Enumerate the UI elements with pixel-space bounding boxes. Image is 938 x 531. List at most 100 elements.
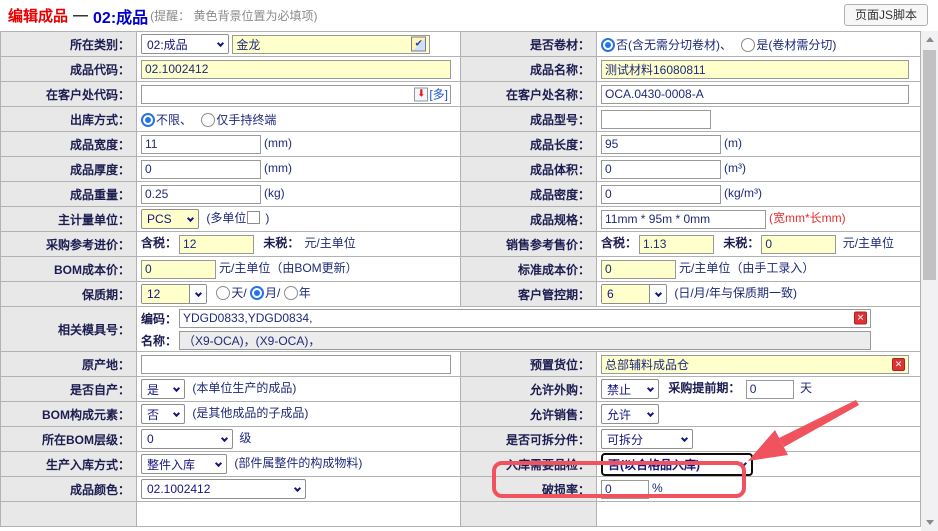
bom-cost-unit: 元/主单位（由BOM更新）	[219, 261, 358, 275]
inbound-qc-select[interactable]: 否(以合格品入库)	[601, 453, 753, 476]
product-name-input[interactable]	[601, 60, 909, 79]
length-input[interactable]	[601, 135, 721, 154]
outbound-handheld-radio[interactable]	[201, 113, 215, 127]
allow-sale-label: 允许销售：	[461, 402, 597, 427]
row-color-damage: 成品颜色： 02.1002412 破损率： %	[1, 477, 921, 502]
outbound-unlimited-label: 不限、	[156, 113, 192, 127]
customer-name-input[interactable]	[601, 85, 909, 104]
category-field: 02:成品 ✔	[137, 32, 461, 57]
sale-tax-input[interactable]	[639, 235, 714, 254]
shelf-month-radio[interactable]	[250, 286, 264, 300]
main-unit-select-value: PCS	[147, 212, 172, 226]
multi-unit-prefix: (多单位	[206, 211, 246, 225]
color-select[interactable]: 02.1002412	[141, 479, 306, 499]
bom-cost-input[interactable]	[141, 260, 216, 279]
length-unit: (m)	[724, 136, 742, 150]
clear-icon[interactable]: ✕	[854, 312, 867, 325]
roll-yes-radio[interactable]	[741, 38, 755, 52]
multi-unit-checkbox[interactable]	[247, 211, 260, 224]
clipped-label	[461, 502, 597, 527]
product-code-input[interactable]	[141, 60, 451, 79]
bom-element-select[interactable]: 否	[141, 404, 185, 424]
page-title: 编辑成品	[8, 5, 68, 26]
allow-sale-select[interactable]: 允许	[601, 404, 659, 424]
purchase-tax-input[interactable]	[179, 235, 254, 254]
width-field: (mm)	[137, 132, 461, 157]
shelf-life-select[interactable]: 12	[141, 284, 207, 304]
scroll-up-arrow-icon[interactable]	[921, 31, 938, 48]
roll-no-radio[interactable]	[601, 38, 615, 52]
import-icon[interactable]: ⬇	[414, 87, 428, 101]
sale-tax-label: 含税：	[601, 236, 637, 250]
density-label: 成品密度：	[461, 182, 597, 207]
multi-code-link[interactable]: [多]	[429, 86, 448, 103]
model-input[interactable]	[601, 110, 711, 129]
volume-unit: (m³)	[724, 161, 746, 175]
splittable-select-value: 可拆分	[607, 431, 643, 448]
cust-control-field: 6 (日/月/年与保质期一致)	[597, 282, 921, 307]
row-bom-std-cost: BOM成本价： 元/主单位（由BOM更新） 标准成本价： 元/主单位（由手工录入…	[1, 257, 921, 282]
product-form-table: 所在类别： 02:成品 ✔ 是否卷材： 否(含无需分切卷材)、 是(卷材需分切)…	[0, 31, 921, 527]
self-produced-select[interactable]: 是	[141, 379, 185, 399]
sale-untaxed-input[interactable]	[761, 235, 836, 254]
weight-input[interactable]	[141, 185, 261, 204]
preset-location-input[interactable]: 总部辅料成品仓✕	[601, 355, 909, 374]
cust-control-select[interactable]: 6	[601, 284, 667, 304]
purchase-price-label: 采购参考进价：	[1, 232, 137, 257]
chevron-down-icon	[649, 285, 666, 303]
category-detail-input[interactable]	[232, 35, 430, 54]
outbound-unlimited-radio[interactable]	[141, 113, 155, 127]
spec-input[interactable]	[601, 210, 766, 229]
shelf-year-radio[interactable]	[284, 286, 298, 300]
chevron-down-icon	[173, 409, 180, 416]
select-helper-icon[interactable]: ✔	[411, 37, 426, 52]
volume-input[interactable]	[601, 160, 721, 179]
scrollbar-thumb[interactable]	[923, 50, 936, 280]
chevron-down-icon	[187, 214, 194, 221]
chevron-down-icon	[681, 434, 688, 441]
bom-level-label: 所在BOM层级：	[1, 427, 137, 452]
customer-code-input[interactable]	[141, 85, 451, 104]
density-input[interactable]	[601, 185, 721, 204]
purchase-lead-input[interactable]	[746, 380, 794, 399]
model-label: 成品型号：	[461, 107, 597, 132]
allow-outsource-select[interactable]: 禁止	[601, 379, 659, 399]
sale-price-label: 销售参考售价：	[461, 232, 597, 257]
main-unit-field: PCS (多单位)	[137, 207, 461, 232]
volume-field: (m³)	[597, 157, 921, 182]
damage-rate-input[interactable]	[601, 480, 649, 499]
chevron-down-icon	[217, 39, 224, 46]
production-inbound-select-value: 整件入库	[147, 456, 195, 473]
std-cost-input[interactable]	[601, 260, 676, 279]
vertical-scrollbar[interactable]	[921, 31, 938, 531]
mould-code-input[interactable]	[179, 309, 871, 328]
purchase-untaxed-label: 未税：	[263, 236, 299, 250]
shelf-day-radio[interactable]	[216, 286, 230, 300]
width-input[interactable]	[141, 135, 261, 154]
splittable-select[interactable]: 可拆分	[601, 429, 693, 449]
page-js-script-button[interactable]: 页面JS脚本	[844, 4, 928, 26]
row-bomelement-allowsale: BOM构成元素： 否 (是其他成品的子成品) 允许销售： 允许	[1, 402, 921, 427]
production-inbound-select[interactable]: 整件入库	[141, 454, 227, 474]
main-unit-select[interactable]: PCS	[141, 209, 199, 229]
thickness-input[interactable]	[141, 160, 261, 179]
allow-outsource-label: 允许外购：	[461, 377, 597, 402]
splittable-field: 可拆分	[597, 427, 921, 452]
shelf-day-label: 天/	[231, 286, 246, 300]
scroll-down-arrow-icon[interactable]	[921, 514, 938, 531]
bom-level-select[interactable]: 0	[141, 429, 233, 449]
cust-control-select-value: 6	[602, 285, 649, 303]
row-shelf-control: 保质期： 12 天/ 月/ 年 客户管控期： 6 (日/月/年与保质期一致)	[1, 282, 921, 307]
category-select[interactable]: 02:成品	[141, 34, 229, 54]
product-name-label: 成品名称：	[461, 57, 597, 82]
row-purchase-sale-price: 采购参考进价： 含税： 未税：元/主单位 销售参考售价： 含税： 未税： 元/主…	[1, 232, 921, 257]
row-width-length: 成品宽度： (mm) 成品长度： (m)	[1, 132, 921, 157]
row-unit-spec: 主计量单位： PCS (多单位) 成品规格： (宽mm*长mm)	[1, 207, 921, 232]
origin-input[interactable]	[141, 355, 451, 374]
std-cost-label: 标准成本价：	[461, 257, 597, 282]
damage-rate-field: %	[597, 477, 921, 502]
allow-outsource-field: 禁止 采购提前期： 天	[597, 377, 921, 402]
std-cost-field: 元/主单位（由手工录入）	[597, 257, 921, 282]
clear-icon[interactable]: ✕	[892, 358, 905, 371]
row-code-name: 成品代码： 成品名称：	[1, 57, 921, 82]
